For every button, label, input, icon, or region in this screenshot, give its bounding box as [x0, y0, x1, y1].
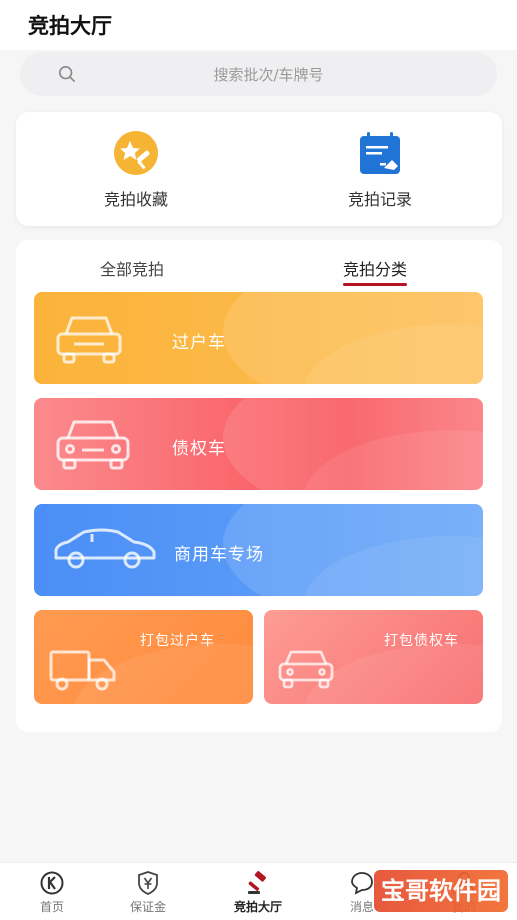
category-debt-car[interactable]: 债权车	[34, 398, 483, 490]
gavel-icon	[248, 871, 266, 894]
watermark-logo: 宝哥软件园	[374, 870, 508, 912]
search-bar[interactable]: 搜索批次/车牌号	[20, 52, 497, 96]
category-label: 打包过户车	[140, 633, 215, 649]
records-label: 竞拍记录	[347, 190, 412, 209]
favorites-button[interactable]: 竞拍收藏	[56, 130, 216, 210]
category-commercial-vehicles[interactable]: 商用车专场	[34, 504, 483, 596]
page-title: 竞拍大厅	[28, 14, 112, 38]
tab-categories[interactable]: 竞拍分类	[343, 256, 408, 286]
records-button[interactable]: 竞拍记录	[300, 130, 460, 210]
auction-panel: 全部竞拍 竞拍分类 过户车 债权车 商用车专场 打包过户车 打包债权车	[16, 240, 502, 732]
k-logo-icon	[40, 871, 64, 895]
category-bundle-transfer[interactable]: 打包过户车	[34, 610, 253, 704]
category-label: 商用车专场	[174, 545, 264, 565]
calendar-record-icon	[360, 132, 400, 174]
tab-active-indicator	[343, 283, 408, 286]
car-side-icon	[54, 528, 156, 569]
tab-all-auctions[interactable]: 全部竞拍	[100, 256, 164, 280]
truck-icon	[49, 650, 116, 691]
nav-label: 保证金	[129, 900, 166, 914]
search-input[interactable]: 搜索批次/车牌号	[20, 64, 497, 85]
nav-home[interactable]: 首页	[12, 871, 92, 915]
shield-yen-icon	[138, 871, 158, 895]
tab-all-label: 全部竞拍	[100, 260, 165, 279]
chat-bubble-icon	[351, 872, 373, 895]
star-gavel-icon	[114, 131, 158, 175]
category-label: 过户车	[172, 333, 226, 353]
nav-deposit[interactable]: 保证金	[108, 871, 188, 915]
tab-categories-label: 竞拍分类	[343, 260, 408, 279]
quick-actions-card: 竞拍收藏 竞拍记录	[16, 112, 502, 226]
car-front-icon	[56, 420, 130, 470]
nav-auction-hall[interactable]: 竞拍大厅	[218, 871, 298, 915]
car-front-icon	[278, 650, 334, 689]
header: 竞拍大厅	[0, 0, 517, 50]
category-transfer-car[interactable]: 过户车	[34, 292, 483, 384]
favorites-label: 竞拍收藏	[103, 190, 168, 209]
nav-label: 消息	[349, 900, 374, 914]
category-label: 打包债权车	[384, 633, 459, 649]
category-bundle-debt[interactable]: 打包债权车	[264, 610, 483, 704]
nav-label: 首页	[39, 900, 64, 914]
search-icon	[58, 65, 76, 83]
car-front-icon	[56, 316, 122, 364]
nav-label: 竞拍大厅	[233, 900, 282, 914]
category-label: 债权车	[172, 439, 226, 459]
